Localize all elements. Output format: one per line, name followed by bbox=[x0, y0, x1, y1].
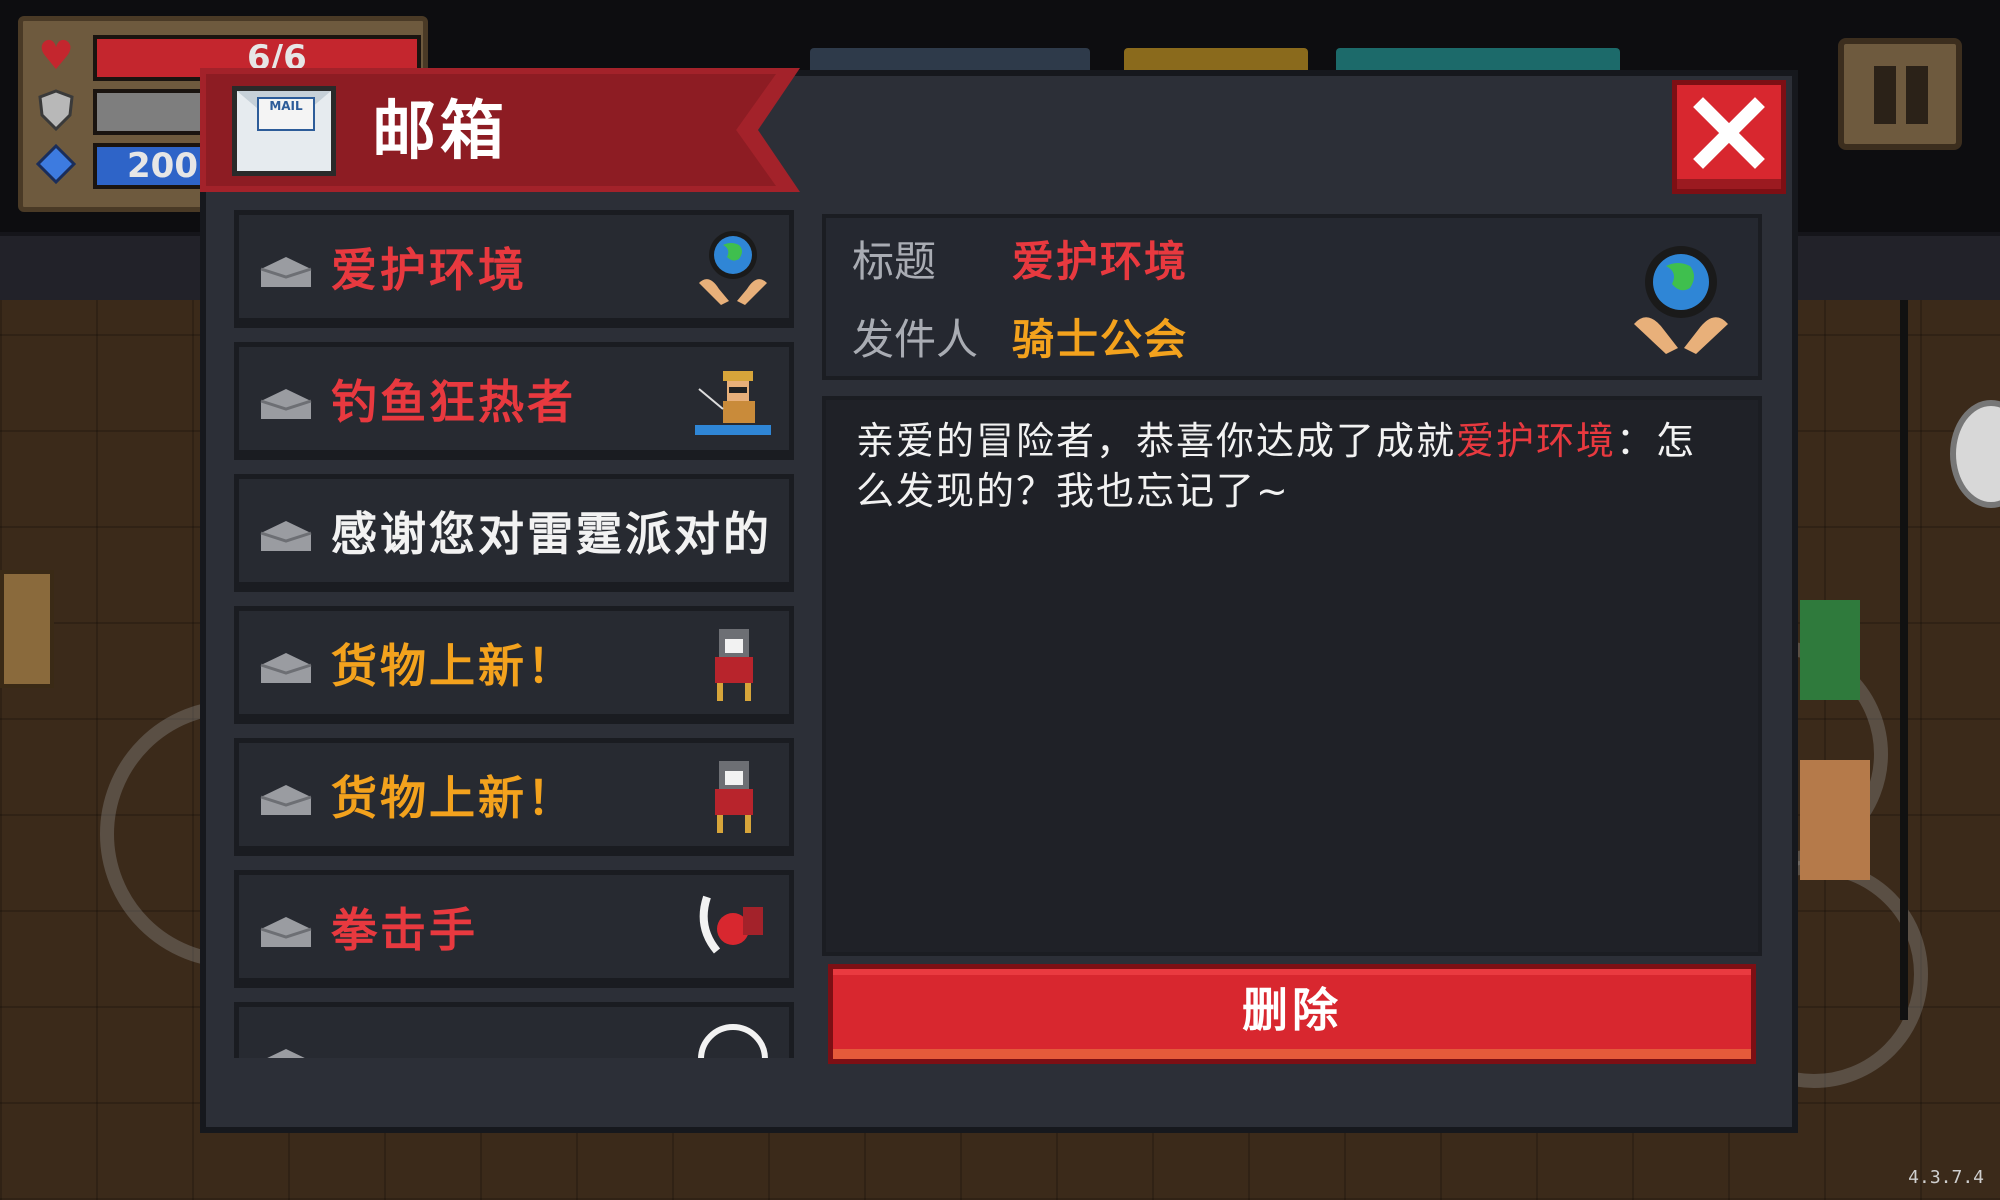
sender-label: 发件人 bbox=[852, 315, 979, 364]
subject-value: 爱护环境 bbox=[1012, 237, 1189, 286]
mail-envelope-icon: MAIL bbox=[232, 86, 336, 176]
mail-list-bottom-edge bbox=[234, 1058, 800, 1076]
energy-value: 200 bbox=[127, 146, 198, 186]
mailbox-title: 邮箱 bbox=[372, 95, 508, 169]
top-tab-teal bbox=[1336, 48, 1620, 70]
chest-prop bbox=[0, 570, 54, 688]
green-crate-prop bbox=[1800, 600, 1860, 700]
delete-button[interactable]: 删除 bbox=[828, 964, 1756, 1064]
mail-list-item[interactable]: 拳击手 bbox=[234, 870, 794, 988]
earth-in-hands-icon bbox=[1634, 246, 1728, 354]
mail-list-item[interactable]: 感谢您对雷霆派对的 bbox=[234, 474, 794, 592]
mail-list-item[interactable]: 货物上新！ bbox=[234, 606, 794, 724]
mail-body-text-part: 亲爱的冒险者，恭喜你达成了成就 bbox=[856, 419, 1457, 463]
top-tab-dark bbox=[810, 48, 1090, 70]
mail-detail-header: 标题 爱护环境 发件人 骑士公会 bbox=[822, 214, 1762, 380]
pause-button[interactable] bbox=[1838, 38, 1962, 150]
energy-diamond-icon bbox=[33, 141, 79, 187]
mail-detail-body: 亲爱的冒险者，恭喜你达成了成就爱护环境：怎么发现的？我也忘记了~ bbox=[822, 396, 1762, 956]
mail-tag: MAIL bbox=[257, 97, 315, 131]
merchant-cat-icon bbox=[715, 629, 753, 701]
mail-title: 感谢您对雷霆派对的 bbox=[331, 507, 772, 561]
mail-list-item[interactable]: 爱护环境 bbox=[234, 210, 794, 328]
envelope-closed-icon bbox=[260, 389, 312, 419]
close-icon bbox=[1693, 97, 1765, 169]
door-frame-prop bbox=[1900, 300, 2000, 1020]
envelope-closed-icon bbox=[260, 917, 312, 947]
envelope-closed-icon bbox=[260, 257, 312, 287]
merchant-cat-icon bbox=[715, 761, 753, 833]
mail-body-text: 亲爱的冒险者，恭喜你达成了成就爱护环境：怎么发现的？我也忘记了~ bbox=[856, 416, 1736, 516]
fisherman-icon bbox=[695, 371, 771, 435]
envelope-closed-icon bbox=[260, 521, 312, 551]
envelope-closed-icon bbox=[260, 785, 312, 815]
mail-list[interactable]: 爱护环境 钓鱼狂热者 感谢您对雷霆派对的 货物上新！ 货物上新！ 拳击手 bbox=[234, 210, 800, 1070]
shield-icon bbox=[33, 87, 79, 133]
version-label: 4.3.7.4 bbox=[1908, 1167, 1984, 1188]
character-sprite bbox=[1800, 760, 1870, 880]
pause-icon-bar-right bbox=[1906, 66, 1928, 124]
pause-icon-bar-left bbox=[1874, 66, 1896, 124]
mail-body-achievement: 爱护环境 bbox=[1456, 419, 1617, 463]
mail-list-item[interactable]: 货物上新！ bbox=[234, 738, 794, 856]
close-button[interactable] bbox=[1672, 80, 1786, 194]
subject-label: 标题 bbox=[852, 237, 937, 286]
top-tab-gold bbox=[1124, 48, 1308, 70]
envelope-closed-icon bbox=[260, 653, 312, 683]
mail-list-item[interactable]: 钓鱼狂热者 bbox=[234, 342, 794, 460]
boxing-glove-icon bbox=[699, 895, 763, 954]
sender-value: 骑士公会 bbox=[1012, 315, 1189, 364]
earth-in-hands-icon bbox=[699, 231, 767, 305]
heart-icon: ♥ bbox=[38, 33, 74, 79]
